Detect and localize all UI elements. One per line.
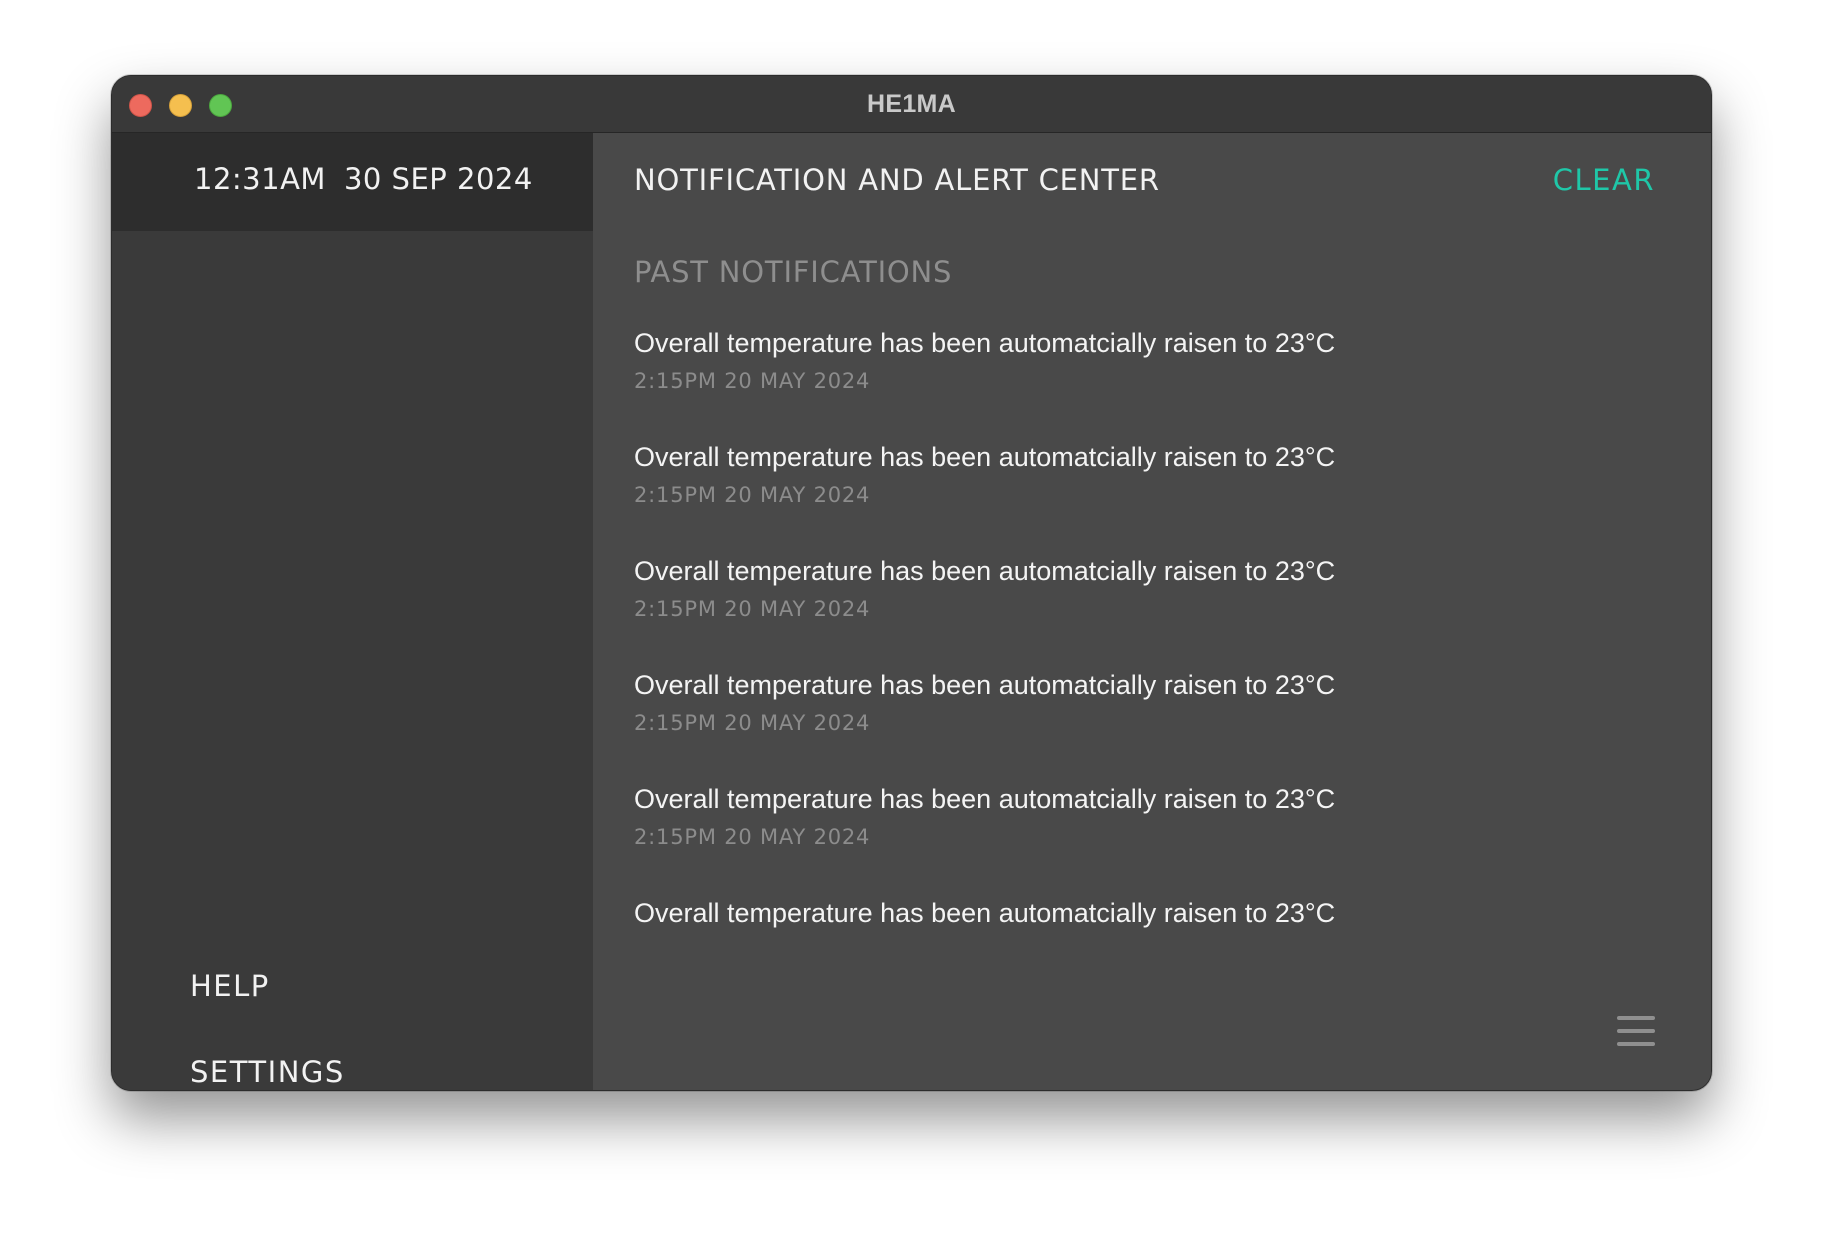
notification-message: Overall temperature has been automatcial… <box>634 898 1336 928</box>
section-title-past-notifications: PAST NOTIFICATIONS <box>634 255 953 289</box>
window-title: HE1MA <box>866 90 956 118</box>
menu-icon-bar <box>1617 1042 1655 1046</box>
notification-item[interactable]: Overall temperature has been automatcial… <box>634 555 1634 669</box>
notification-timestamp: 2:15PM 20 MAY 2024 <box>634 711 871 735</box>
clock-date: 30 SEP 2024 <box>343 162 533 196</box>
notification-item[interactable]: Overall temperature has been automatcial… <box>634 441 1634 555</box>
notification-item[interactable]: Overall temperature has been automatcial… <box>634 327 1634 441</box>
notification-message: Overall temperature has been automatcial… <box>634 442 1336 472</box>
notification-item[interactable]: Overall temperature has been automatcial… <box>634 783 1634 897</box>
notification-timestamp: 2:15PM 20 MAY 2024 <box>634 483 871 507</box>
notification-center-panel: NOTIFICATION AND ALERT CENTER CLEAR PAST… <box>593 133 1711 1090</box>
clock-bar: 12:31AM 30 SEP 2024 <box>112 133 593 231</box>
clear-button[interactable]: CLEAR <box>1553 163 1655 197</box>
notification-message: Overall temperature has been automatcial… <box>634 670 1336 700</box>
notification-timestamp: 2:15PM 20 MAY 2024 <box>634 825 871 849</box>
notification-item[interactable]: Overall temperature has been automatcial… <box>634 669 1634 783</box>
settings-link[interactable]: SETTINGS <box>190 1055 345 1089</box>
title-bar[interactable]: HE1MA <box>112 76 1711 133</box>
sidebar: 12:31AM 30 SEP 2024 HELP SETTINGS <box>112 133 593 1090</box>
help-link[interactable]: HELP <box>190 969 270 1003</box>
notification-list[interactable]: Overall temperature has been automatcial… <box>634 327 1634 1011</box>
menu-icon-bar <box>1617 1016 1655 1020</box>
notification-timestamp: 2:15PM 20 MAY 2024 <box>634 369 871 393</box>
clock: 12:31AM 30 SEP 2024 <box>194 162 533 196</box>
notification-message: Overall temperature has been automatcial… <box>634 328 1336 358</box>
notification-message: Overall temperature has been automatcial… <box>634 784 1336 814</box>
notification-timestamp: 2:15PM 20 MAY 2024 <box>634 597 871 621</box>
app-window: HE1MA 12:31AM 30 SEP 2024 HELP SETTINGS N… <box>111 75 1712 1091</box>
hamburger-menu-icon[interactable] <box>1617 1014 1655 1048</box>
page-title: NOTIFICATION AND ALERT CENTER <box>634 163 1160 197</box>
notification-message: Overall temperature has been automatcial… <box>634 556 1336 586</box>
notification-item[interactable]: Overall temperature has been automatcial… <box>634 897 1634 1011</box>
clock-time: 12:31AM <box>194 162 326 196</box>
menu-icon-bar <box>1617 1029 1655 1033</box>
